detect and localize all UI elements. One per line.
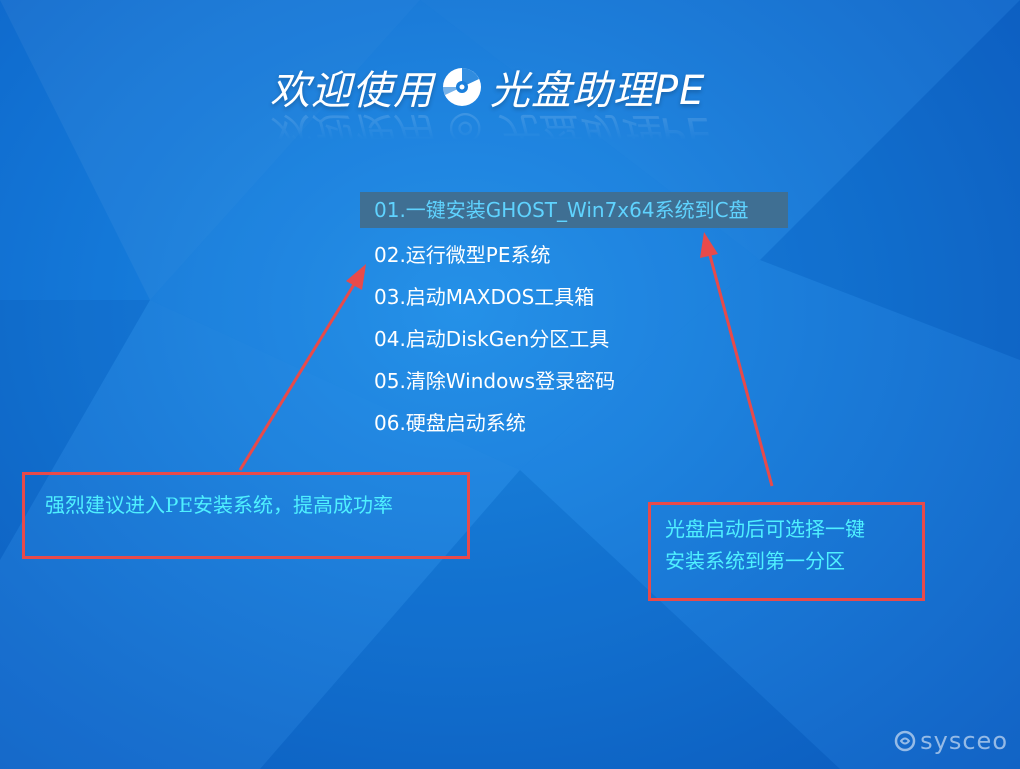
annotation-right-line1: 光盘启动后可选择一键 [665, 517, 865, 541]
menu-item-ghost-install[interactable]: 01.一键安装GHOST_Win7x64系统到C盘 [360, 192, 788, 228]
watermark-logo-icon [894, 730, 916, 752]
watermark: sysceo [894, 727, 1008, 755]
menu-item-diskgen[interactable]: 04.启动DiskGen分区工具 [360, 318, 788, 360]
menu-item-maxdos[interactable]: 03.启动MAXDOS工具箱 [360, 276, 788, 318]
menu-item-micro-pe[interactable]: 02.运行微型PE系统 [360, 234, 788, 276]
annotation-left-box: 强烈建议进入PE安装系统，提高成功率 [22, 472, 470, 559]
menu-item-clear-password[interactable]: 05.清除Windows登录密码 [360, 360, 788, 402]
boot-menu: 01.一键安装GHOST_Win7x64系统到C盘 02.运行微型PE系统 03… [360, 192, 788, 444]
menu-item-hdd-boot[interactable]: 06.硬盘启动系统 [360, 402, 788, 444]
annotation-right-line2: 安装系统到第一分区 [665, 549, 845, 573]
annotation-right-box: 光盘启动后可选择一键 安装系统到第一分区 [648, 502, 925, 601]
watermark-text: sysceo [920, 727, 1008, 755]
disc-icon [443, 68, 481, 106]
title-reflection: 欢迎使用 ◎ 光盘助理PE [270, 108, 713, 140]
annotation-left-text: 强烈建议进入PE安装系统，提高成功率 [45, 493, 394, 517]
